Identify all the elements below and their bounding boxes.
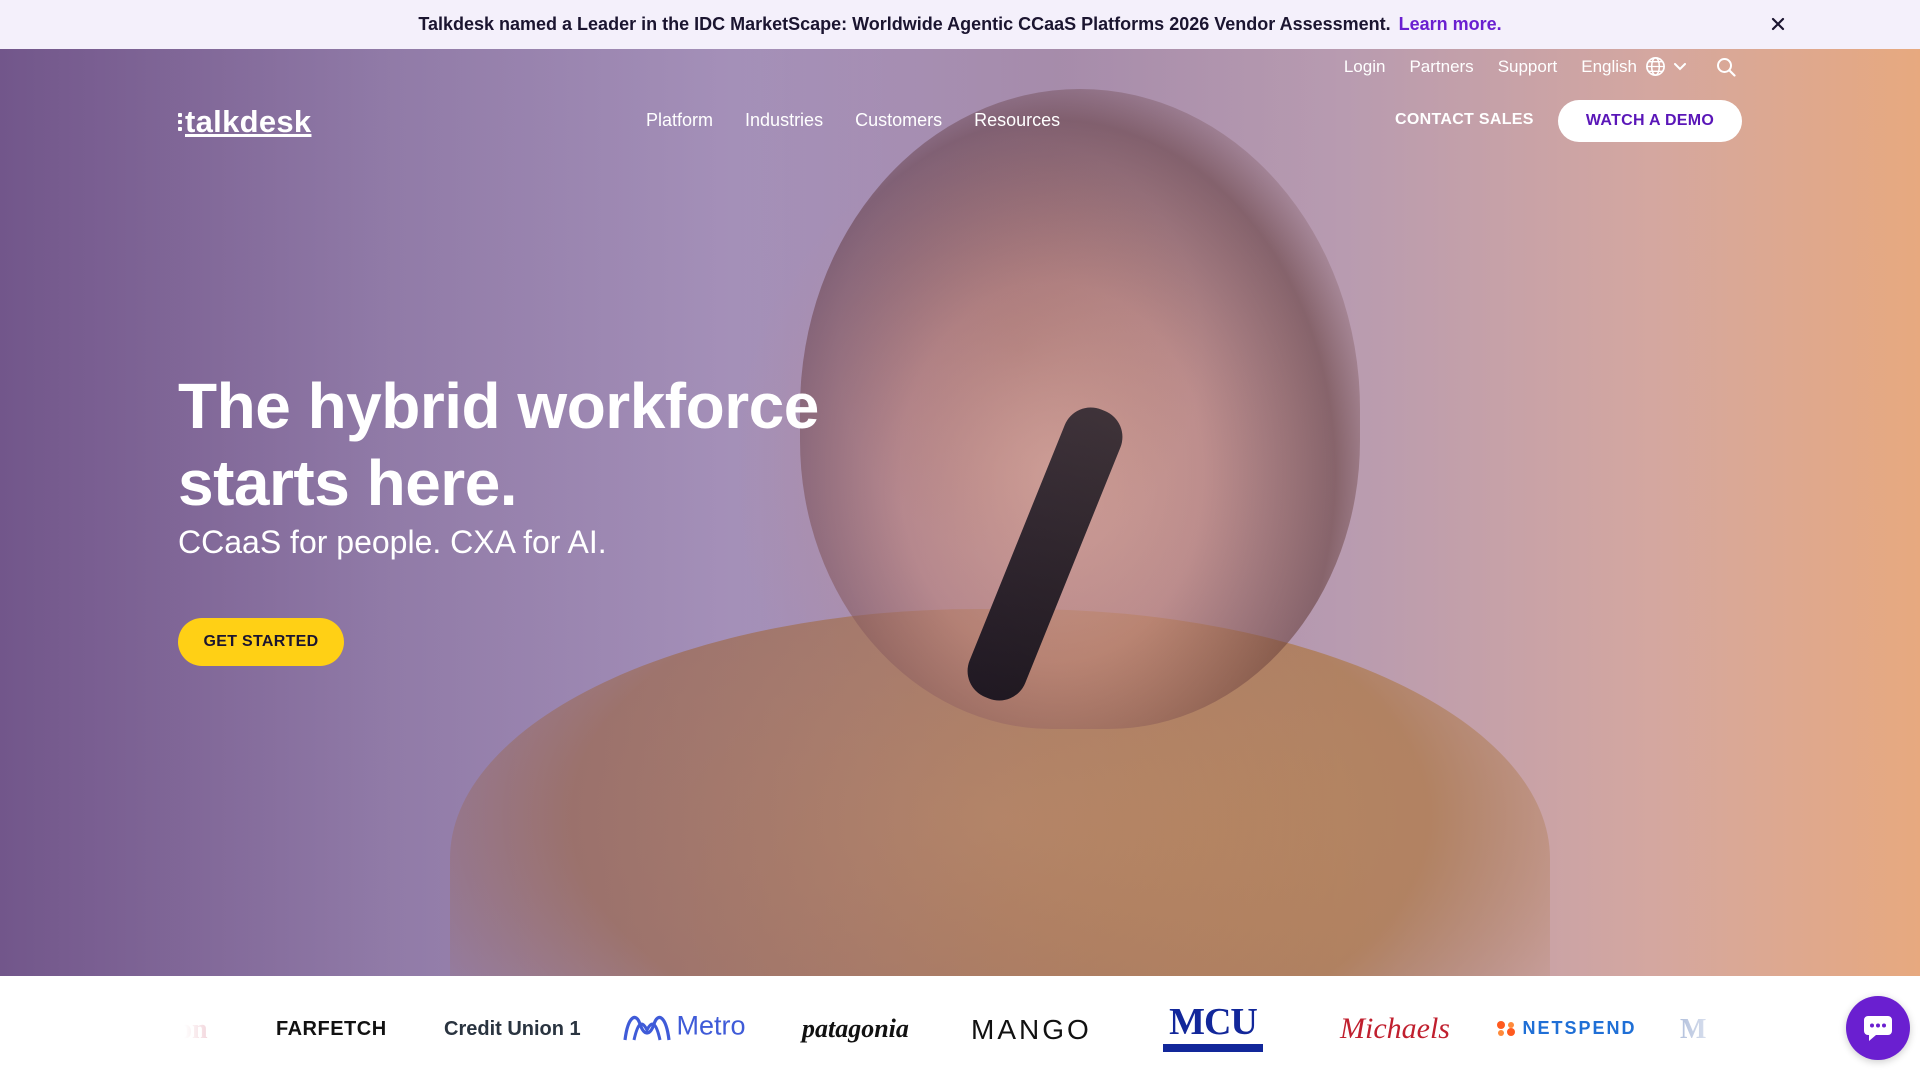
talkdesk-logo[interactable]: talkdesk [178,104,311,140]
nav-industries[interactable]: Industries [745,110,823,131]
logo-mark [178,113,182,131]
close-icon[interactable] [1766,12,1790,36]
announcement-message: Talkdesk named a Leader in the IDC Marke… [418,14,1391,34]
search-icon [1717,57,1736,77]
hero-headline-line2: starts here. [178,447,518,519]
search-button[interactable] [1716,57,1736,77]
customer-logo-mcu: MCU [1163,1002,1263,1052]
partners-link[interactable]: Partners [1409,57,1473,77]
announcement-learn-more-link[interactable]: Learn more. [1399,14,1502,35]
metro-logo-text: Metro [676,1010,746,1041]
chat-widget-button[interactable] [1846,996,1910,1060]
support-link[interactable]: Support [1498,57,1558,77]
hero-headline: The hybrid workforce starts here. [178,368,898,522]
login-link[interactable]: Login [1344,57,1386,77]
chat-bubble-icon [1864,1016,1892,1041]
globe-icon [1646,57,1665,76]
customer-logo-netspend: NETSPEND [1496,1018,1636,1039]
netspend-logo-mark [1497,1020,1515,1036]
mcu-logo-text: MCU [1169,1001,1258,1043]
contact-sales-link[interactable]: CONTACT SALES [1395,111,1534,129]
utility-nav: Login Partners Support English [1344,56,1736,77]
customer-logo-michaels: Michaels [1340,1012,1450,1045]
customer-logo-credit-union-1: Credit Union 1 [444,1018,581,1040]
customer-logo-farfetch: FARFETCH [276,1018,387,1040]
customer-logo-mango: MANGO [971,1014,1092,1045]
metro-logo-mark [623,1015,671,1041]
hero-headline-line1: The hybrid workforce [178,370,819,442]
netspend-logo-text: NETSPEND [1522,1018,1637,1038]
customer-logo-metro: Metro [622,1008,745,1044]
hero-subheadline: CCaaS for people. CXA for AI. [178,524,607,560]
watch-demo-button[interactable]: WATCH A DEMO [1558,100,1742,142]
main-nav: Platform Industries Customers Resources [646,110,1060,131]
chevron-down-icon [1674,62,1686,70]
announcement-bar: Talkdesk named a Leader in the IDC Marke… [0,0,1920,49]
mcu-logo-band [1163,1044,1263,1052]
nav-resources[interactable]: Resources [974,110,1060,131]
customer-logo-patagonia: patagonia [802,1014,909,1043]
customer-logo-strip: on FARFETCH Credit Union 1 Metro patagon… [0,976,1920,1080]
nav-customers[interactable]: Customers [855,110,942,131]
language-label: English [1581,56,1637,76]
nav-platform[interactable]: Platform [646,110,713,131]
get-started-button[interactable]: GET STARTED [178,618,344,666]
logo-text: talkdesk [185,104,312,139]
language-selector[interactable]: English [1581,56,1686,77]
